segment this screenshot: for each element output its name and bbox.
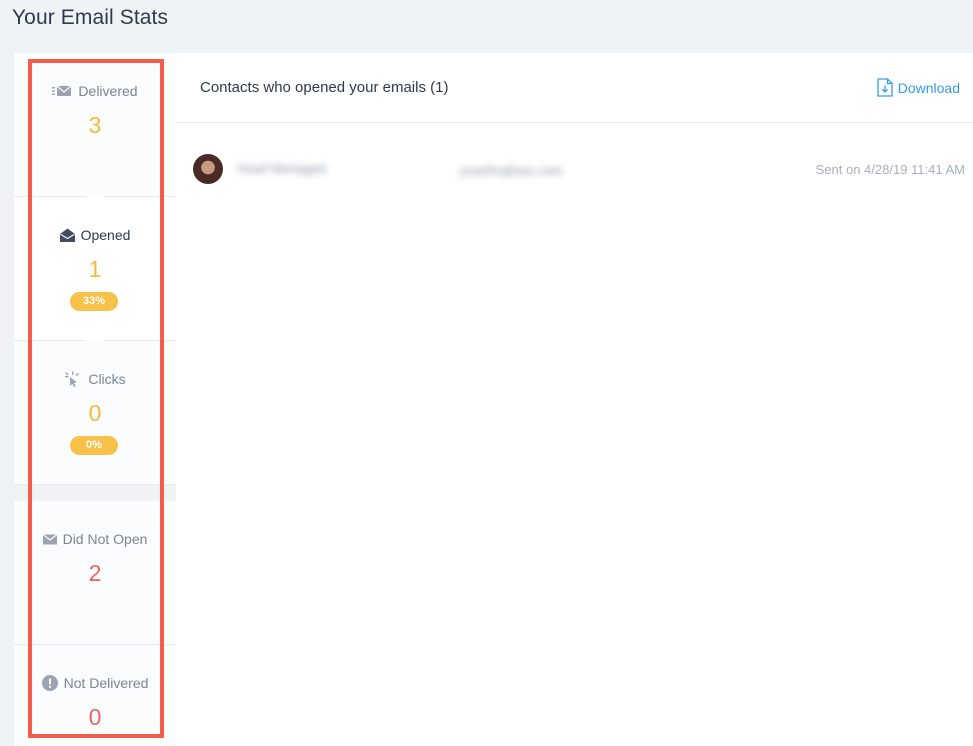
contact-row[interactable]: Yosef Menaged yosefm@wix.com Sent on 4/2… — [176, 149, 973, 189]
contact-email: yosefm@wix.com — [460, 163, 563, 178]
contacts-title: Contacts who opened your emails (1) — [200, 79, 449, 96]
stat-label: Did Not Open — [62, 531, 148, 547]
percent-badge: 0% — [70, 436, 118, 455]
stat-did-not-open[interactable]: Did Not Open 2 — [14, 501, 176, 645]
stat-delivered[interactable]: Delivered 3 — [14, 53, 176, 197]
section-gap — [14, 485, 176, 501]
download-icon — [877, 78, 893, 97]
click-icon — [64, 371, 82, 387]
download-button[interactable]: Download — [877, 78, 960, 97]
stat-count: 2 — [88, 560, 102, 586]
stats-sidebar: Delivered 3 Opened 1 33% Clicks 0 0% Did… — [14, 53, 176, 746]
stat-opened[interactable]: Opened 1 33% — [14, 197, 176, 341]
stat-label: Not Delivered — [63, 675, 149, 691]
sent-timestamp: Sent on 4/28/19 11:41 AM — [815, 162, 965, 177]
stat-clicks[interactable]: Clicks 0 0% — [14, 341, 176, 485]
download-label: Download — [897, 79, 960, 96]
envelope-closed-icon — [42, 533, 57, 545]
envelope-open-icon — [59, 228, 75, 242]
contacts-header: Contacts who opened your emails (1) Down… — [176, 53, 973, 123]
page-title: Your Email Stats — [12, 6, 169, 29]
avatar — [193, 154, 223, 184]
stat-count: 0 — [88, 704, 102, 730]
stat-count: 1 — [88, 256, 102, 282]
delivered-icon — [52, 85, 72, 97]
stat-count: 0 — [88, 400, 102, 426]
percent-badge: 33% — [70, 292, 118, 311]
stat-count: 3 — [88, 112, 102, 138]
stat-label: Opened — [80, 227, 131, 243]
stat-label: Clicks — [88, 371, 126, 387]
stats-panel: Delivered 3 Opened 1 33% Clicks 0 0% Did… — [14, 53, 973, 746]
stat-not-delivered[interactable]: Not Delivered 0 — [14, 645, 176, 746]
alert-icon — [41, 675, 58, 691]
stat-label: Delivered — [78, 83, 138, 99]
contacts-panel: Contacts who opened your emails (1) Down… — [176, 53, 973, 746]
contact-name: Yosef Menaged — [236, 161, 326, 176]
